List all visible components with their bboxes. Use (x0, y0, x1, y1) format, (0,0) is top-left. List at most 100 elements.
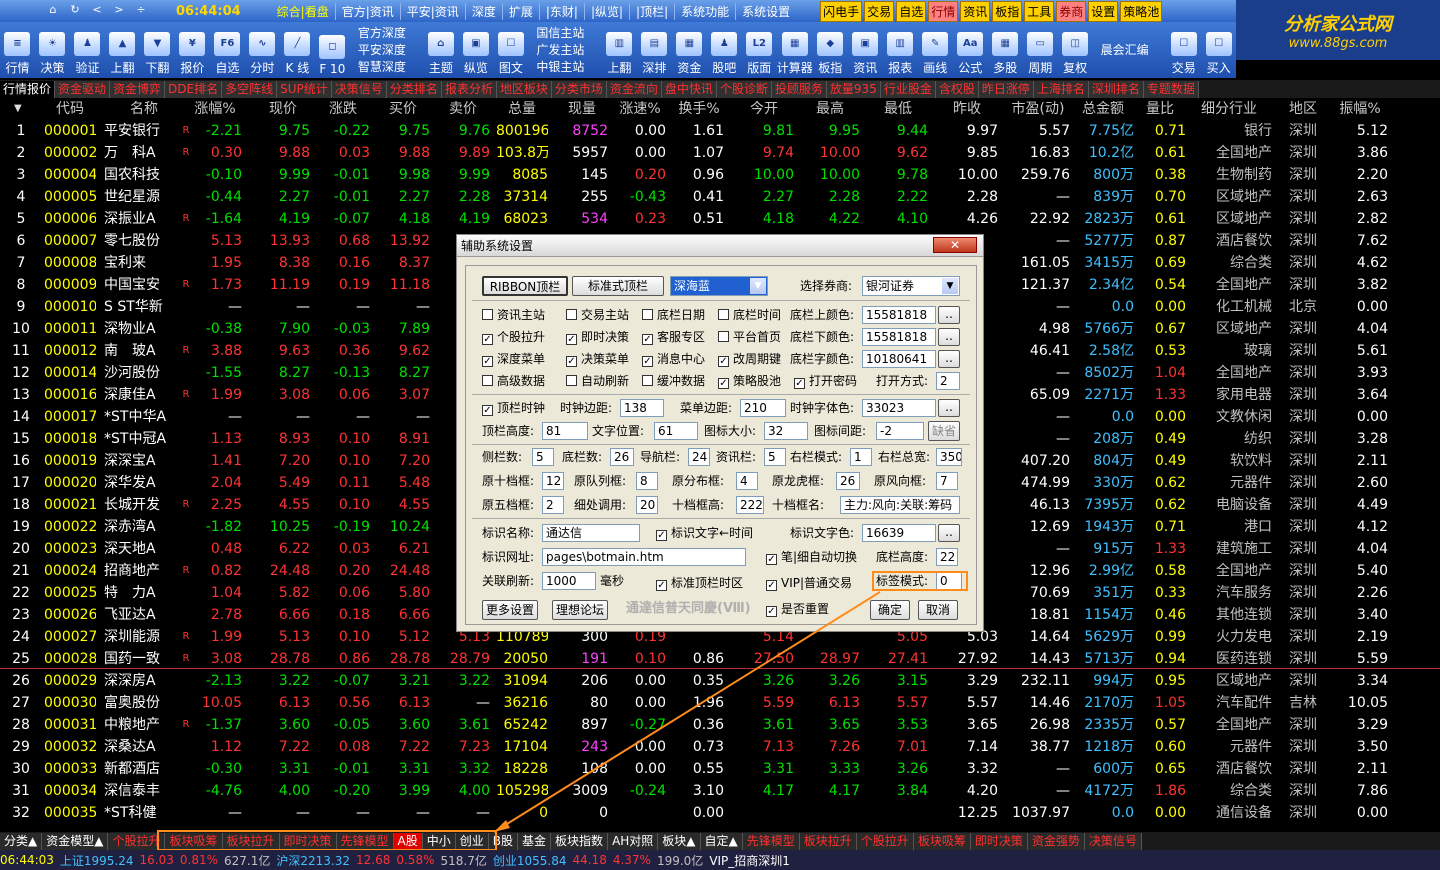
header-cell-7[interactable]: 卖价 (436, 98, 490, 120)
toolbar-items3-9[interactable]: ✎ 画线 (918, 22, 953, 78)
table-row[interactable]: 4 000005 世纪星源 -0.44 2.27 -0.01 2.27 2.28 37314 25… (0, 186, 1440, 208)
vip-checkbox[interactable]: ✓ VIP|普通交易 (766, 574, 852, 592)
info-count-input[interactable]: 5 (764, 448, 786, 466)
toolbar-items1-4[interactable]: ▼ 下翻 (140, 22, 175, 78)
toolbar-items3-6[interactable]: ◆ 板指 (813, 22, 848, 78)
checkbox-box[interactable] (482, 309, 493, 320)
toolbar-items3-1[interactable]: ▤ 深排 (637, 22, 672, 78)
tab-17[interactable]: 含权股 (935, 80, 979, 98)
top-height-input[interactable]: 81 (542, 422, 588, 440)
rd-input[interactable]: 4 (736, 472, 758, 490)
tab-3[interactable]: DDE排名 (165, 80, 223, 98)
tab-13[interactable]: 个股诊断 (716, 80, 772, 98)
header-cell-17[interactable]: 总金额 (1072, 98, 1134, 120)
default-button[interactable]: 缺省 (928, 421, 960, 441)
tab-21[interactable]: 专题数据 (1143, 80, 1199, 98)
checkbox-c4-1[interactable]: 自动刷新 (566, 372, 629, 390)
top-menu-item-9[interactable]: 系统设置 (735, 2, 796, 20)
toolbar-items3-10[interactable]: Aa 公式 (953, 22, 988, 78)
more-settings-button[interactable]: 更多设置 (482, 600, 538, 620)
cancel-button[interactable]: 取消 (918, 600, 958, 620)
tab-8[interactable]: 报表分析 (441, 80, 497, 98)
toolbar-items3-7[interactable]: ▣ 资讯 (848, 22, 883, 78)
toolbar-items1-6[interactable]: F6 自选 (210, 22, 245, 78)
top-menu-item-7[interactable]: |顶栏| (629, 2, 674, 20)
header-cell-5[interactable]: 涨跌 (316, 98, 370, 120)
checkbox-c1-3[interactable]: 底栏时间 (718, 306, 781, 324)
checkbox-box[interactable]: ✓ (642, 356, 653, 367)
bottom-tab-11[interactable]: 基金 (518, 832, 552, 850)
checkbox-box[interactable] (566, 309, 577, 320)
close-icon[interactable]: ✕ (933, 237, 977, 253)
table-row[interactable]: 26 000029 深深房A -2.13 3.22 -0.07 3.21 3.22 31094 2… (0, 670, 1440, 692)
toolbar-items3-2[interactable]: ▦ 资金 (672, 22, 707, 78)
tab-19[interactable]: 上海排名 (1033, 80, 1089, 98)
tab-20[interactable]: 深圳排名 (1088, 80, 1144, 98)
top-menu-item-8[interactable]: 系统功能 (674, 2, 735, 20)
rel-refresh-input[interactable]: 1000 (542, 572, 596, 590)
toolbar-items3-13[interactable]: ◫ 复权 (1058, 22, 1093, 78)
menu-margin-input[interactable]: 210 (740, 399, 786, 417)
toolbar-items3-12[interactable]: ▭ 周期 (1023, 22, 1058, 78)
tab-2[interactable]: 资金博弈 (110, 80, 166, 98)
quick-button-1[interactable]: 交易 (864, 0, 895, 22)
tab-15[interactable]: 放量935 (826, 80, 881, 98)
bottom-tab-12[interactable]: 板块指数 (551, 832, 609, 850)
checkbox-c4-0[interactable]: 高级数据 (482, 372, 545, 390)
top-menu-item-1[interactable]: 官方|资讯 (334, 2, 400, 20)
color-picker-button[interactable]: .. (938, 524, 960, 542)
toolbar-items3-3[interactable]: ♟ 股吧 (707, 22, 742, 78)
top-menu-item-0[interactable]: 综合|看盘 (271, 3, 335, 20)
bottom-tab-19[interactable]: 板块吸筹 (913, 832, 971, 850)
nav-button-0[interactable]: ⌂ (44, 3, 62, 19)
header-cell-12[interactable]: 今开 (734, 98, 794, 120)
header-cell-18[interactable]: 量比 (1134, 98, 1186, 120)
header-cell-1[interactable]: 名称 (104, 98, 184, 120)
table-row[interactable]: 28 000031 中粮地产 R -1.37 3.60 -0.05 3.60 3.61 65242… (0, 714, 1440, 736)
header-cell-6[interactable]: 买价 (376, 98, 430, 120)
header-cell-4[interactable]: 现价 (256, 98, 310, 120)
toolbar-items4-0[interactable]: ☐ 交易 (1166, 22, 1201, 78)
ok-button[interactable]: 确定 (870, 600, 910, 620)
top-menu-item-5[interactable]: |东财| (538, 2, 584, 20)
checkbox-c1-2[interactable]: 底栏日期 (642, 306, 705, 324)
checkbox-c2-0[interactable]: ✓ 个股拉升 (482, 328, 545, 346)
bottom-tab-21[interactable]: 资金强势 (1027, 832, 1085, 850)
header-cell-10[interactable]: 涨速% (614, 98, 666, 120)
rl-input[interactable]: 26 (836, 472, 860, 490)
checkbox-c3-1[interactable]: ✓ 决策菜单 (566, 350, 629, 368)
checkbox-c2-3[interactable]: 平台首页 (718, 328, 781, 346)
tab-7[interactable]: 分类排名 (386, 80, 442, 98)
bottom-tab-0[interactable]: 分类▲ (0, 832, 43, 850)
header-cell-20[interactable]: 地区 (1276, 98, 1330, 120)
toolbar-items4-1[interactable]: ☐ 买入 (1201, 22, 1236, 78)
toolbar-items1-3[interactable]: ▲ 上翻 (105, 22, 140, 78)
tab-0[interactable]: 行情报价 (0, 80, 56, 98)
std-top-checkbox[interactable]: ✓ 标准顶栏时区 (656, 574, 743, 592)
checkbox-c4-4[interactable]: ✓ 打开密码 (794, 372, 857, 390)
checkbox-box[interactable]: ✓ (794, 378, 805, 389)
toolbar-items3-8[interactable]: ▥ 报表 (883, 22, 918, 78)
rr-input[interactable]: 7 (936, 472, 958, 490)
table-row[interactable]: 32 000035 *ST科健 — — — — —0 0 0.00 12.25 1037.97 0.0 0… (0, 802, 1440, 824)
header-cell-11[interactable]: 换手% (674, 98, 724, 120)
nav-button-1[interactable]: ↻ (66, 3, 84, 19)
tab-6[interactable]: 决策信号 (331, 80, 387, 98)
checkbox-box[interactable] (642, 309, 653, 320)
header-cell-8[interactable]: 总量 (496, 98, 548, 120)
bottom-tab-14[interactable]: 板块▲ (658, 832, 701, 850)
table-row[interactable]: 29 000032 深桑达A 1.12 7.22 0.08 7.22 7.23 17104 243… (0, 736, 1440, 758)
color-picker-button[interactable]: .. (938, 350, 960, 368)
table-row[interactable]: 31 000034 深信泰丰 -4.76 4.00 -0.20 3.99 4.00 105298… (0, 780, 1440, 802)
nav-button-3[interactable]: > (110, 3, 128, 19)
tab-4[interactable]: 多空阵线 (222, 80, 278, 98)
sort-icon[interactable]: ▼ (14, 98, 34, 120)
checkbox-c1-1[interactable]: 交易主站 (566, 306, 629, 324)
checkbox-c1-0[interactable]: 资讯主站 (482, 306, 545, 324)
quick-button-4[interactable]: 资讯 (960, 0, 991, 22)
checkbox-box[interactable]: ✓ (566, 356, 577, 367)
header-cell-0[interactable]: 代码 (44, 98, 96, 120)
mark-name-input[interactable]: 通达信 (542, 524, 640, 542)
bottom-tab-17[interactable]: 板块拉升 (799, 832, 857, 850)
toolbar-items3-11[interactable]: ▦ 多股 (988, 22, 1023, 78)
